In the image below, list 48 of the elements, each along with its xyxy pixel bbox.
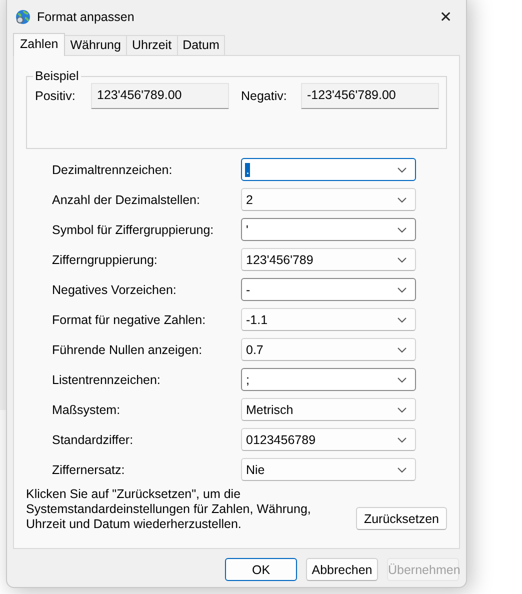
dropdown-field[interactable]: ; [241,368,416,391]
dropdown-field[interactable]: 2 [241,188,416,211]
chevron-down-icon [397,436,407,442]
reset-button[interactable]: Zurücksetzen [356,507,447,530]
field-label: Listentrennzeichen: [52,372,162,386]
field-label: Führende Nullen anzeigen: [52,342,204,356]
window-title: Format anpassen [37,10,136,24]
value-field: 123'456'789.00 [91,83,229,109]
dropdown-field[interactable]: . [241,158,416,181]
dropdown-field[interactable]: ' [241,218,416,241]
dropdown-field[interactable]: Nie [241,458,416,481]
chevron-down-icon [397,226,407,232]
field-label: Dezimaltrennzeichen: [52,162,174,176]
chevron-down-icon [397,316,407,322]
field-label: Zifferngruppierung: [52,252,158,266]
chevron-down-icon [397,196,407,202]
chevron-down-icon [397,256,407,262]
globe-icon [15,9,31,25]
group-title: Beispiel [34,69,80,83]
field-label: Anzahl der Dezimalstellen: [52,192,201,206]
tab[interactable]: Zahlen [13,33,66,56]
dropdown-field[interactable]: -1.1 [241,308,416,331]
dropdown-field[interactable]: 0123456789 [241,428,416,451]
chevron-down-icon [397,466,407,472]
chevron-down-icon [397,166,407,172]
field-label: Negativ: [241,89,288,103]
field-label: Maßsystem: [52,402,122,416]
value-field: -123'456'789.00 [301,83,439,109]
chevron-down-icon [397,376,407,382]
field-label: Symbol für Ziffergruppierung: [52,222,215,236]
dropdown-field[interactable]: - [241,278,416,301]
chevron-down-icon [397,286,407,292]
field-label: Standardziffer: [52,432,134,446]
field-label: Ziffernersatz: [52,462,126,476]
close-button[interactable]: ✕ [426,8,466,26]
dialog-button[interactable]: Abbrechen [306,558,378,581]
field-label: Positiv: [35,89,76,103]
field-label: Format für negative Zahlen: [52,312,207,326]
tab[interactable]: Datum [176,35,226,55]
chevron-down-icon [397,406,407,412]
tab[interactable]: Währung [64,35,127,55]
field-label: Negatives Vorzeichen: [52,282,178,296]
chevron-down-icon [397,346,407,352]
reset-description: Klicken Sie auf "Zurücksetzen", um die Systemstandardeinstellungen für Zahlen, Währung, Uhrzeit und Datum wiederherzustellen. [26,487,312,532]
dropdown-field[interactable]: 0.7 [241,338,416,361]
dropdown-field[interactable]: 123'456'789 [241,248,416,271]
dialog-button[interactable]: OK [225,558,297,581]
dropdown-field[interactable]: Metrisch [241,398,416,421]
